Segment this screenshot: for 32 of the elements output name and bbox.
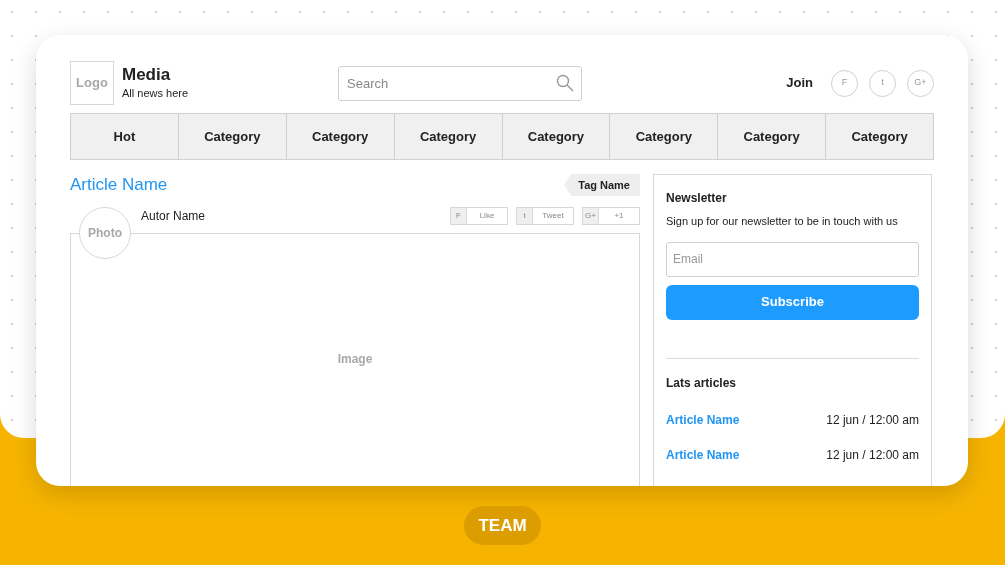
article-title[interactable]: Article Name xyxy=(70,172,168,198)
search-icon xyxy=(556,73,575,92)
category-tab[interactable]: Category xyxy=(177,114,286,159)
image-label: Image xyxy=(337,351,373,366)
category-tab[interactable]: Category xyxy=(285,114,394,159)
site-tagline: All news here xyxy=(122,86,189,101)
article-time: 12 jun / 12:00 am xyxy=(826,446,919,464)
category-tab[interactable]: Hot xyxy=(71,114,178,159)
category-tab[interactable]: Category xyxy=(501,114,610,159)
category-tab[interactable]: Category xyxy=(609,114,718,159)
join-link[interactable]: Join xyxy=(786,73,813,93)
article-link[interactable]: Article Name xyxy=(666,445,740,464)
search-field[interactable]: Search xyxy=(338,65,583,101)
share-button[interactable]: G+ +1 xyxy=(582,207,640,225)
team-badge: TEAM xyxy=(464,506,541,545)
author-name: Autor Name xyxy=(141,208,206,225)
newsletter-title: Newsletter xyxy=(666,190,728,207)
article-link[interactable]: Article Name xyxy=(666,410,740,429)
site-name: Media xyxy=(122,65,172,85)
logo-placeholder[interactable]: Logo xyxy=(70,61,114,105)
email-field[interactable]: Email xyxy=(666,241,919,277)
avatar-label: Photo xyxy=(88,225,122,242)
article-time: 12 jun / 12:00 am xyxy=(826,411,919,429)
newsletter-text: Sign up for our newsletter to be in touch with us xyxy=(666,214,899,229)
share-button[interactable]: t Tweet xyxy=(516,207,574,225)
subscribe-button[interactable]: Subscribe xyxy=(666,284,919,320)
share-button[interactable]: F Like xyxy=(450,207,508,225)
latest-title: Lats articles xyxy=(666,374,738,392)
category-tab[interactable]: Category xyxy=(393,114,502,159)
category-tab[interactable]: Category xyxy=(717,114,826,159)
tag-label[interactable]: Tag Name xyxy=(564,174,640,196)
category-tab[interactable]: Category xyxy=(825,114,933,159)
